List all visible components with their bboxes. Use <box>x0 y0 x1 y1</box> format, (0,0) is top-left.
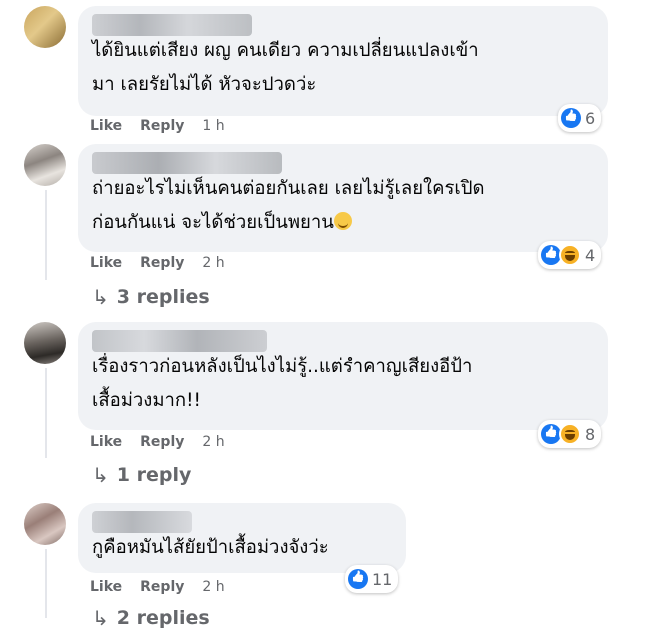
reaction-summary[interactable]: 11 <box>345 565 399 593</box>
comment-actions: Like Reply 2 h <box>90 434 225 450</box>
view-replies-link[interactable]: ↳ 2 replies <box>92 606 210 630</box>
haha-icon <box>559 423 581 445</box>
replies-label: 3 replies <box>116 286 210 308</box>
author-name-blurred[interactable] <box>92 511 192 533</box>
like-button[interactable]: Like <box>90 579 122 595</box>
avatar[interactable] <box>24 322 66 364</box>
comment-text-content: ถ่ายอะไรไม่เห็นคนต่อยกันเลย เลยไม่รู้เลย… <box>92 178 485 233</box>
reaction-count: 8 <box>585 424 596 444</box>
comment-bubble: เรื่องราวก่อนหลังเป็นไงไม่รู้..แต่รำคาญเ… <box>78 322 608 430</box>
reaction-count: 6 <box>585 108 596 128</box>
comment-actions: Like Reply 2 h <box>90 579 225 595</box>
author-name-blurred[interactable] <box>92 14 252 36</box>
comment-actions: Like Reply 1 h <box>90 118 225 134</box>
like-icon <box>561 108 581 128</box>
reaction-count: 11 <box>372 569 393 589</box>
comment-text: กูคือหมันไส้ยัยป้าเสื้อม่วงจังว่ะ <box>92 537 329 558</box>
grinning-emoji-icon <box>333 212 352 230</box>
like-icon <box>348 569 368 589</box>
author-name-blurred[interactable] <box>92 330 267 352</box>
avatar[interactable] <box>24 144 66 186</box>
author-name-blurred[interactable] <box>92 152 282 174</box>
replies-label: 2 replies <box>116 607 210 629</box>
comment-text: เรื่องราวก่อนหลังเป็นไงไม่รู้..แต่รำคาญเ… <box>92 356 473 411</box>
thread-line <box>45 190 47 280</box>
like-button[interactable]: Like <box>90 255 122 271</box>
comment-bubble: ถ่ายอะไรไม่เห็นคนต่อยกันเลย เลยไม่รู้เลย… <box>78 144 608 252</box>
timestamp[interactable]: 1 h <box>202 118 224 134</box>
reply-button[interactable]: Reply <box>140 579 184 595</box>
haha-icon <box>559 244 581 266</box>
comment-bubble: ได้ยินแต่เสียง ผญ คนเดียว ความเปลี่ยนแปล… <box>78 6 608 116</box>
comment-text: ถ่ายอะไรไม่เห็นคนต่อยกันเลย เลยไม่รู้เลย… <box>92 172 594 240</box>
avatar[interactable] <box>24 503 66 545</box>
comment-text: ได้ยินแต่เสียง ผญ คนเดียว ความเปลี่ยนแปล… <box>92 40 479 95</box>
reply-arrow-icon: ↳ <box>92 285 109 309</box>
timestamp[interactable]: 2 h <box>202 434 224 450</box>
timestamp[interactable]: 2 h <box>202 579 224 595</box>
comment-bubble: กูคือหมันไส้ยัยป้าเสื้อม่วงจังว่ะ <box>78 503 406 573</box>
avatar[interactable] <box>24 6 66 48</box>
view-replies-link[interactable]: ↳ 1 reply <box>92 463 191 487</box>
reply-button[interactable]: Reply <box>140 434 184 450</box>
reaction-summary[interactable]: 6 <box>558 104 602 132</box>
thread-line <box>45 368 47 458</box>
reaction-summary[interactable]: 8 <box>538 420 602 448</box>
like-icon <box>541 424 561 444</box>
reply-button[interactable]: Reply <box>140 118 184 134</box>
like-button[interactable]: Like <box>90 434 122 450</box>
timestamp[interactable]: 2 h <box>202 255 224 271</box>
like-button[interactable]: Like <box>90 118 122 134</box>
view-replies-link[interactable]: ↳ 3 replies <box>92 285 210 309</box>
reply-arrow-icon: ↳ <box>92 606 109 630</box>
reaction-summary[interactable]: 4 <box>538 241 602 269</box>
replies-label: 1 reply <box>116 464 192 486</box>
comment-actions: Like Reply 2 h <box>90 255 225 271</box>
like-icon <box>541 245 561 265</box>
thread-line <box>45 549 47 618</box>
reply-button[interactable]: Reply <box>140 255 184 271</box>
reaction-count: 4 <box>585 245 596 265</box>
reply-arrow-icon: ↳ <box>92 463 109 487</box>
